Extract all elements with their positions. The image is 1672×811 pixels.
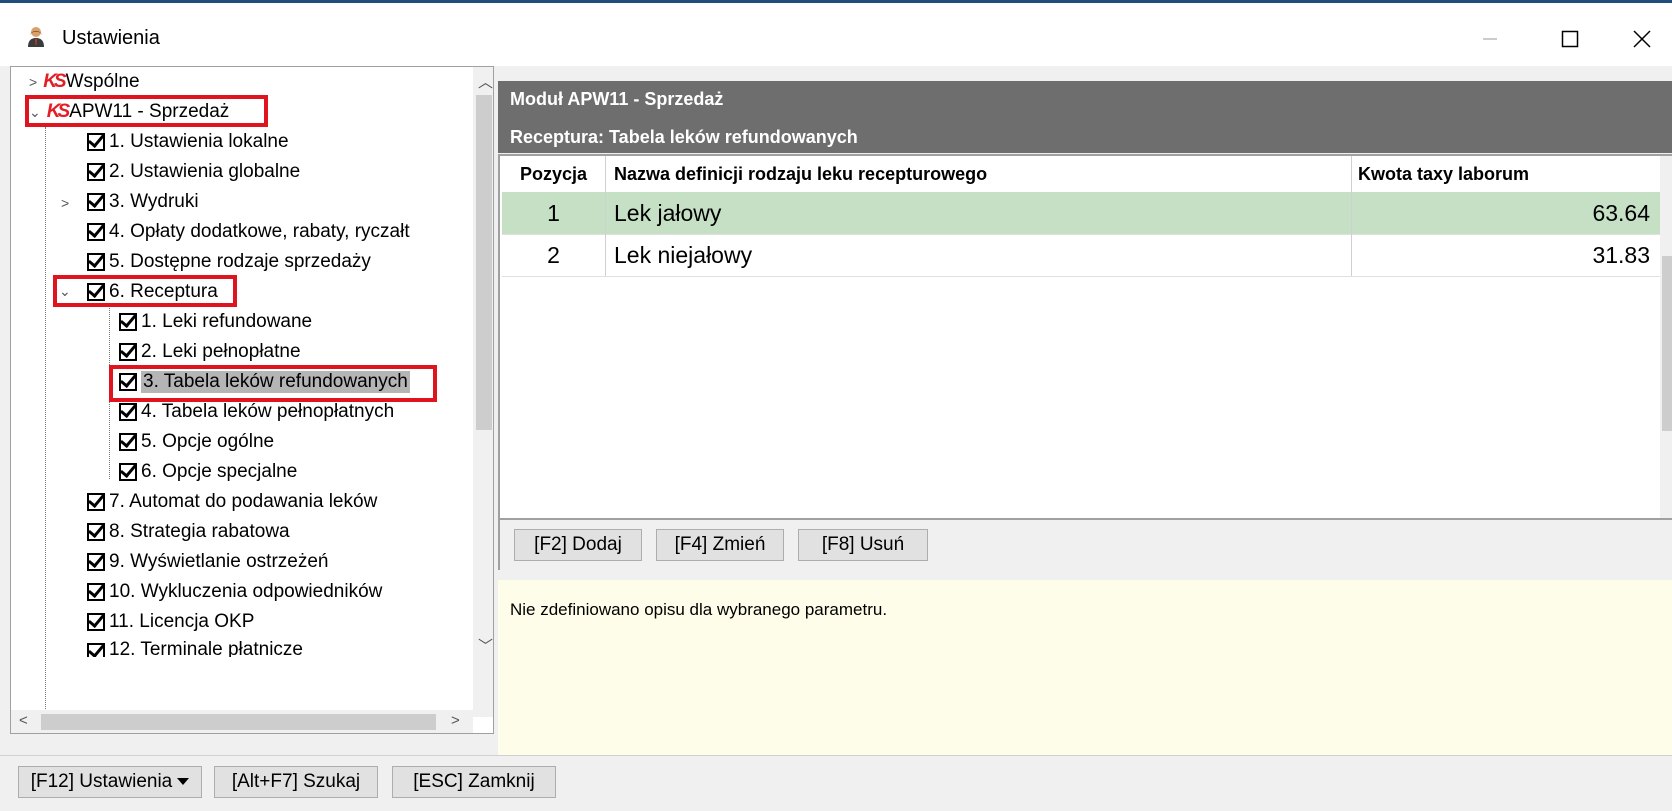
tree-item-ostrzezenia[interactable]: 9. Wyświetlanie ostrzeżeń	[87, 547, 328, 577]
chevron-down-icon[interactable]: ⌄	[59, 283, 71, 300]
ks-logo-icon: KS	[46, 101, 70, 122]
cell-pozycja: 2	[502, 234, 606, 276]
checkbox-icon[interactable]	[87, 223, 105, 241]
user-icon	[28, 27, 44, 47]
table-row[interactable]: 1 Lek jałowy 63.64	[502, 192, 1662, 235]
cell-pozycja: 1	[502, 192, 606, 234]
maximize-button[interactable]	[1540, 17, 1600, 61]
dropdown-arrow-icon	[177, 778, 190, 785]
delete-button[interactable]: [F8] Usuń	[798, 529, 928, 561]
chevron-right-icon[interactable]: >	[29, 74, 37, 90]
tree-item-leki-refundowane[interactable]: 1. Leki refundowane	[119, 307, 312, 337]
tree-item-opcje-ogolne[interactable]: 5. Opcje ogólne	[119, 427, 274, 457]
settings-window: Ustawienia > KS Wspólne ⌄ KS APW11 - Spr…	[0, 0, 1672, 811]
scrollbar-thumb[interactable]	[476, 95, 492, 430]
description-text: Nie zdefiniowano opisu dla wybranego par…	[510, 600, 888, 619]
column-header-pozycja[interactable]: Pozycja	[502, 156, 606, 192]
tree-item-strategia[interactable]: 8. Strategia rabatowa	[87, 517, 290, 547]
scroll-right-icon[interactable]: >	[451, 712, 460, 729]
tree-item-ustawienia-globalne[interactable]: 2. Ustawienia globalne	[87, 157, 300, 187]
tree-root-wspolne[interactable]: > KS Wspólne	[29, 67, 140, 97]
checkbox-icon[interactable]	[87, 643, 105, 657]
tree-item-tabela-pelnoplatnych[interactable]: 4. Tabela leków pełnopłatnych	[119, 397, 394, 427]
tree-item-wydruki[interactable]: 3. Wydruki	[87, 187, 199, 217]
checkbox-icon[interactable]	[87, 613, 105, 631]
tree-connector	[109, 303, 110, 479]
checkbox-icon[interactable]	[87, 283, 105, 301]
checkbox-icon[interactable]	[119, 433, 137, 451]
checkbox-icon[interactable]	[119, 343, 137, 361]
selected-label: 3. Tabela leków refundowanych	[141, 371, 410, 393]
tree-connector	[45, 127, 46, 727]
chevron-right-icon[interactable]: >	[61, 195, 69, 211]
search-button[interactable]: [Alt+F7] Szukaj	[214, 766, 378, 798]
cell-nazwa: Lek niejałowy	[606, 234, 1352, 276]
column-header-kwota[interactable]: Kwota taxy laborum	[1352, 156, 1662, 192]
checkbox-icon[interactable]	[87, 133, 105, 151]
tree-item-receptura[interactable]: 6. Receptura	[87, 277, 218, 307]
checkbox-icon[interactable]	[119, 463, 137, 481]
description-panel: Nie zdefiniowano opisu dla wybranego par…	[498, 580, 1672, 756]
settings-tree[interactable]: > KS Wspólne ⌄ KS APW11 - Sprzedaż 1. Us…	[10, 66, 494, 734]
tree-item-licencja[interactable]: 11. Licencja OKP	[87, 607, 254, 637]
grid-scrollbar[interactable]	[1660, 156, 1672, 518]
close-button[interactable]	[1612, 17, 1672, 61]
window-title: Ustawienia	[62, 27, 160, 49]
tree-item-leki-pelnoplatne[interactable]: 2. Leki pełnopłatne	[119, 337, 301, 367]
cell-nazwa: Lek jałowy	[606, 192, 1352, 234]
checkbox-icon[interactable]	[87, 523, 105, 541]
checkbox-icon[interactable]	[119, 373, 137, 391]
tree-item-oplaty[interactable]: 4. Opłaty dodatkowe, rabaty, ryczałt	[87, 217, 410, 247]
checkbox-icon[interactable]	[87, 583, 105, 601]
chevron-down-icon[interactable]: ⌄	[29, 104, 41, 121]
scrollbar-thumb[interactable]	[1662, 256, 1672, 431]
tree-item-ustawienia-lokalne[interactable]: 1. Ustawienia lokalne	[87, 127, 289, 157]
edit-button[interactable]: [F4] Zmień	[656, 529, 784, 561]
tree-root-label: APW11 - Sprzedaż	[69, 101, 230, 122]
table-row[interactable]: 2 Lek niejałowy 31.83	[502, 234, 1662, 277]
grid-header: Pozycja Nazwa definicji rodzaju leku rec…	[502, 156, 1662, 193]
footer-toolbar: [F12] Ustawienia [Alt+F7] Szukaj [ESC] Z…	[0, 756, 1672, 811]
checkbox-icon[interactable]	[87, 493, 105, 511]
tree-root-label: Wspólne	[65, 71, 140, 92]
content-panel: Moduł APW11 - Sprzedaż Receptura: Tabela…	[498, 66, 1672, 756]
data-grid[interactable]: Pozycja Nazwa definicji rodzaju leku rec…	[498, 154, 1672, 520]
checkbox-icon[interactable]	[119, 403, 137, 421]
tree-root-apw11[interactable]: ⌄ KS APW11 - Sprzedaż	[29, 97, 229, 127]
maximize-icon	[1561, 30, 1579, 48]
title-bar: Ustawienia	[0, 0, 1672, 66]
checkbox-icon[interactable]	[119, 313, 137, 331]
minimize-button[interactable]	[1460, 17, 1520, 61]
scroll-down-icon[interactable]: ﹀	[478, 635, 493, 656]
column-header-nazwa[interactable]: Nazwa definicji rodzaju leku recepturowe…	[606, 156, 1352, 192]
tree-horizontal-scrollbar[interactable]: < >	[11, 710, 473, 733]
scroll-up-icon[interactable]: ︿	[478, 71, 493, 92]
checkbox-icon[interactable]	[87, 193, 105, 211]
tree-item-wykluczenia[interactable]: 10. Wykluczenia odpowiedników	[87, 577, 382, 607]
close-icon	[1633, 30, 1651, 48]
scroll-left-icon[interactable]: <	[19, 712, 28, 729]
tree-item-opcje-specjalne[interactable]: 6. Opcje specjalne	[119, 457, 297, 487]
minimize-icon	[1483, 38, 1497, 40]
grid-actions: [F2] Dodaj [F4] Zmień [F8] Usuń	[498, 520, 1672, 570]
checkbox-icon[interactable]	[87, 553, 105, 571]
tree-item-terminale[interactable]: 12. Terminale płatnicze	[87, 639, 303, 657]
tree-item-rodzaje-sprzedazy[interactable]: 5. Dostępne rodzaje sprzedaży	[87, 247, 371, 277]
tree-item-automat[interactable]: 7. Automat do podawania leków	[87, 487, 377, 517]
ks-logo-icon: KS	[43, 71, 66, 92]
module-title: Moduł APW11 - Sprzedaż	[510, 89, 724, 109]
cell-kwota: 63.64	[1592, 199, 1650, 226]
module-header: Moduł APW11 - Sprzedaż Receptura: Tabela…	[498, 81, 1672, 153]
tree-item-tabela-refundowanych[interactable]: 3. Tabela leków refundowanych	[119, 367, 410, 397]
section-title: Receptura: Tabela leków refundowanych	[510, 127, 858, 147]
checkbox-icon[interactable]	[87, 163, 105, 181]
checkbox-icon[interactable]	[87, 253, 105, 271]
cell-kwota: 31.83	[1592, 241, 1650, 268]
settings-button[interactable]: [F12] Ustawienia	[18, 766, 202, 798]
close-dialog-button[interactable]: [ESC] Zamknij	[392, 766, 556, 798]
add-button[interactable]: [F2] Dodaj	[514, 529, 642, 561]
tree-vertical-scrollbar[interactable]: ︿ ﹀	[473, 67, 493, 717]
scrollbar-thumb[interactable]	[41, 714, 436, 730]
